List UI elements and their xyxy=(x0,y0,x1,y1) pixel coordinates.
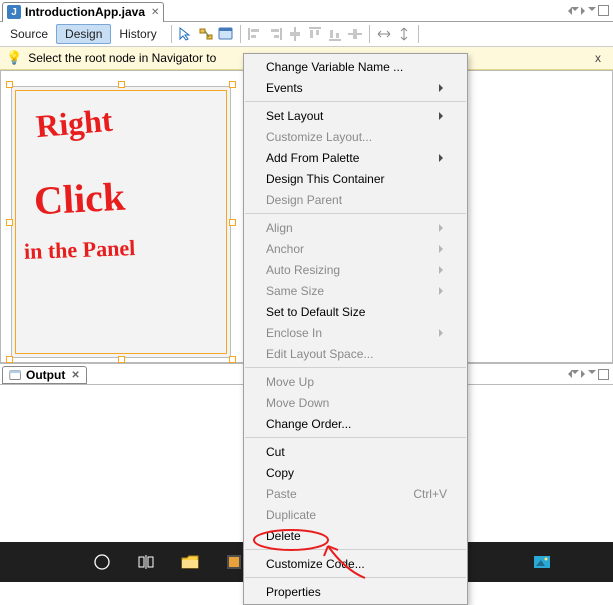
output-tab-nav xyxy=(564,369,613,380)
ctx-separator xyxy=(245,549,466,550)
taskbar-cortana-icon[interactable] xyxy=(80,542,124,582)
output-tab-label: Output xyxy=(26,368,65,382)
ctx-customize-code[interactable]: Customize Code... xyxy=(244,553,467,574)
toolbar-icon-group-align xyxy=(247,26,363,42)
file-tab-introductionapp[interactable]: J IntroductionApp.java ✕ xyxy=(2,2,164,22)
ctx-customize-layout: Customize Layout... xyxy=(244,126,467,147)
resize-handle-bl[interactable] xyxy=(6,356,13,363)
toolbar-separator xyxy=(171,25,172,43)
java-class-icon: J xyxy=(7,5,21,19)
annotation-handwriting: in the Panel xyxy=(24,235,136,265)
align-right-icon[interactable] xyxy=(267,26,283,42)
ctx-cut[interactable]: Cut xyxy=(244,441,467,462)
align-top-icon[interactable] xyxy=(307,26,323,42)
prev-tab-button[interactable] xyxy=(564,7,579,15)
ctx-events[interactable]: Events xyxy=(244,77,467,98)
file-tab-label: IntroductionApp.java xyxy=(25,5,145,19)
ctx-auto-resizing: Auto Resizing xyxy=(244,259,467,280)
mode-tab-design[interactable]: Design xyxy=(56,24,111,44)
ctx-separator xyxy=(245,577,466,578)
ctx-design-this-container[interactable]: Design This Container xyxy=(244,168,467,189)
ctx-copy[interactable]: Copy xyxy=(244,462,467,483)
output-prev-button[interactable] xyxy=(564,370,579,378)
close-tab-icon[interactable]: ✕ xyxy=(151,7,159,18)
lightbulb-icon: 💡 xyxy=(6,50,22,66)
center-v-icon[interactable] xyxy=(347,26,363,42)
submenu-arrow-icon xyxy=(439,112,447,120)
mode-tab-history[interactable]: History xyxy=(111,25,164,43)
output-window-icon xyxy=(9,369,22,382)
toolbar-separator xyxy=(240,25,241,43)
hint-text-left: Select the root node in Navigator to xyxy=(28,51,216,65)
resize-handle-tl[interactable] xyxy=(6,81,13,88)
ctx-separator xyxy=(245,213,466,214)
resize-handle-tc[interactable] xyxy=(118,81,125,88)
mode-tab-source[interactable]: Source xyxy=(2,25,56,43)
ctx-separator xyxy=(245,437,466,438)
ctx-design-parent: Design Parent xyxy=(244,189,467,210)
resize-handle-rc[interactable] xyxy=(229,219,236,226)
toolbar-icon-group-1 xyxy=(178,26,234,42)
ctx-duplicate: Duplicate xyxy=(244,504,467,525)
ctx-properties[interactable]: Properties xyxy=(244,581,467,602)
taskbar-taskview-icon[interactable] xyxy=(124,542,168,582)
output-next-button[interactable] xyxy=(581,370,596,378)
ctx-anchor: Anchor xyxy=(244,238,467,259)
toolbar-separator xyxy=(369,25,370,43)
resize-h-icon[interactable] xyxy=(376,26,392,42)
ctx-move-down: Move Down xyxy=(244,392,467,413)
selected-panel[interactable]: Right Click in the Panel xyxy=(11,86,231,358)
resize-handle-bc[interactable] xyxy=(118,356,125,363)
maximize-editor-icon[interactable] xyxy=(598,5,609,16)
ctx-delete[interactable]: Delete xyxy=(244,525,467,546)
submenu-arrow-icon xyxy=(439,154,447,162)
editor-tab-nav xyxy=(564,5,613,16)
selection-mode-icon[interactable] xyxy=(178,26,194,42)
align-bottom-icon[interactable] xyxy=(327,26,343,42)
submenu-arrow-icon xyxy=(439,224,447,232)
ctx-enclose-in: Enclose In xyxy=(244,322,467,343)
ctx-same-size: Same Size xyxy=(244,280,467,301)
submenu-arrow-icon xyxy=(439,245,447,253)
ctx-add-from-palette[interactable]: Add From Palette xyxy=(244,147,467,168)
ctx-align: Align xyxy=(244,217,467,238)
submenu-arrow-icon xyxy=(439,329,447,337)
ctx-paste: PasteCtrl+V xyxy=(244,483,467,504)
resize-handle-tr[interactable] xyxy=(229,81,236,88)
resize-v-icon[interactable] xyxy=(396,26,412,42)
next-tab-button[interactable] xyxy=(581,7,596,15)
ctx-separator xyxy=(245,101,466,102)
ctx-separator xyxy=(245,367,466,368)
hint-close-icon[interactable]: x xyxy=(595,51,601,65)
annotation-handwriting: Right xyxy=(35,102,114,146)
ctx-set-layout[interactable]: Set Layout xyxy=(244,105,467,126)
ctx-move-up: Move Up xyxy=(244,371,467,392)
toolbar-separator xyxy=(418,25,419,43)
center-h-icon[interactable] xyxy=(287,26,303,42)
align-left-icon[interactable] xyxy=(247,26,263,42)
output-tab[interactable]: Output ✕ xyxy=(2,366,87,384)
designer-toolbar: Source Design History xyxy=(0,22,613,47)
preview-design-icon[interactable] xyxy=(218,26,234,42)
submenu-arrow-icon xyxy=(439,266,447,274)
connection-mode-icon[interactable] xyxy=(198,26,214,42)
ctx-edit-layout-space: Edit Layout Space... xyxy=(244,343,467,364)
context-menu: Change Variable Name ... Events Set Layo… xyxy=(243,53,468,605)
close-output-tab-icon[interactable]: ✕ xyxy=(71,370,79,381)
editor-tab-row: J IntroductionApp.java ✕ xyxy=(0,0,613,22)
ctx-paste-shortcut: Ctrl+V xyxy=(413,487,447,501)
submenu-arrow-icon xyxy=(439,287,447,295)
ctx-change-order[interactable]: Change Order... xyxy=(244,413,467,434)
taskbar-photos-icon[interactable] xyxy=(520,542,564,582)
annotation-handwriting: Click xyxy=(33,173,126,225)
ctx-change-variable-name[interactable]: Change Variable Name ... xyxy=(244,56,467,77)
toolbar-icon-group-resize xyxy=(376,26,412,42)
resize-handle-br[interactable] xyxy=(229,356,236,363)
submenu-arrow-icon xyxy=(439,84,447,92)
taskbar-file-explorer-icon[interactable] xyxy=(168,542,212,582)
ctx-set-default-size[interactable]: Set to Default Size xyxy=(244,301,467,322)
resize-handle-lc[interactable] xyxy=(6,219,13,226)
maximize-output-icon[interactable] xyxy=(598,369,609,380)
